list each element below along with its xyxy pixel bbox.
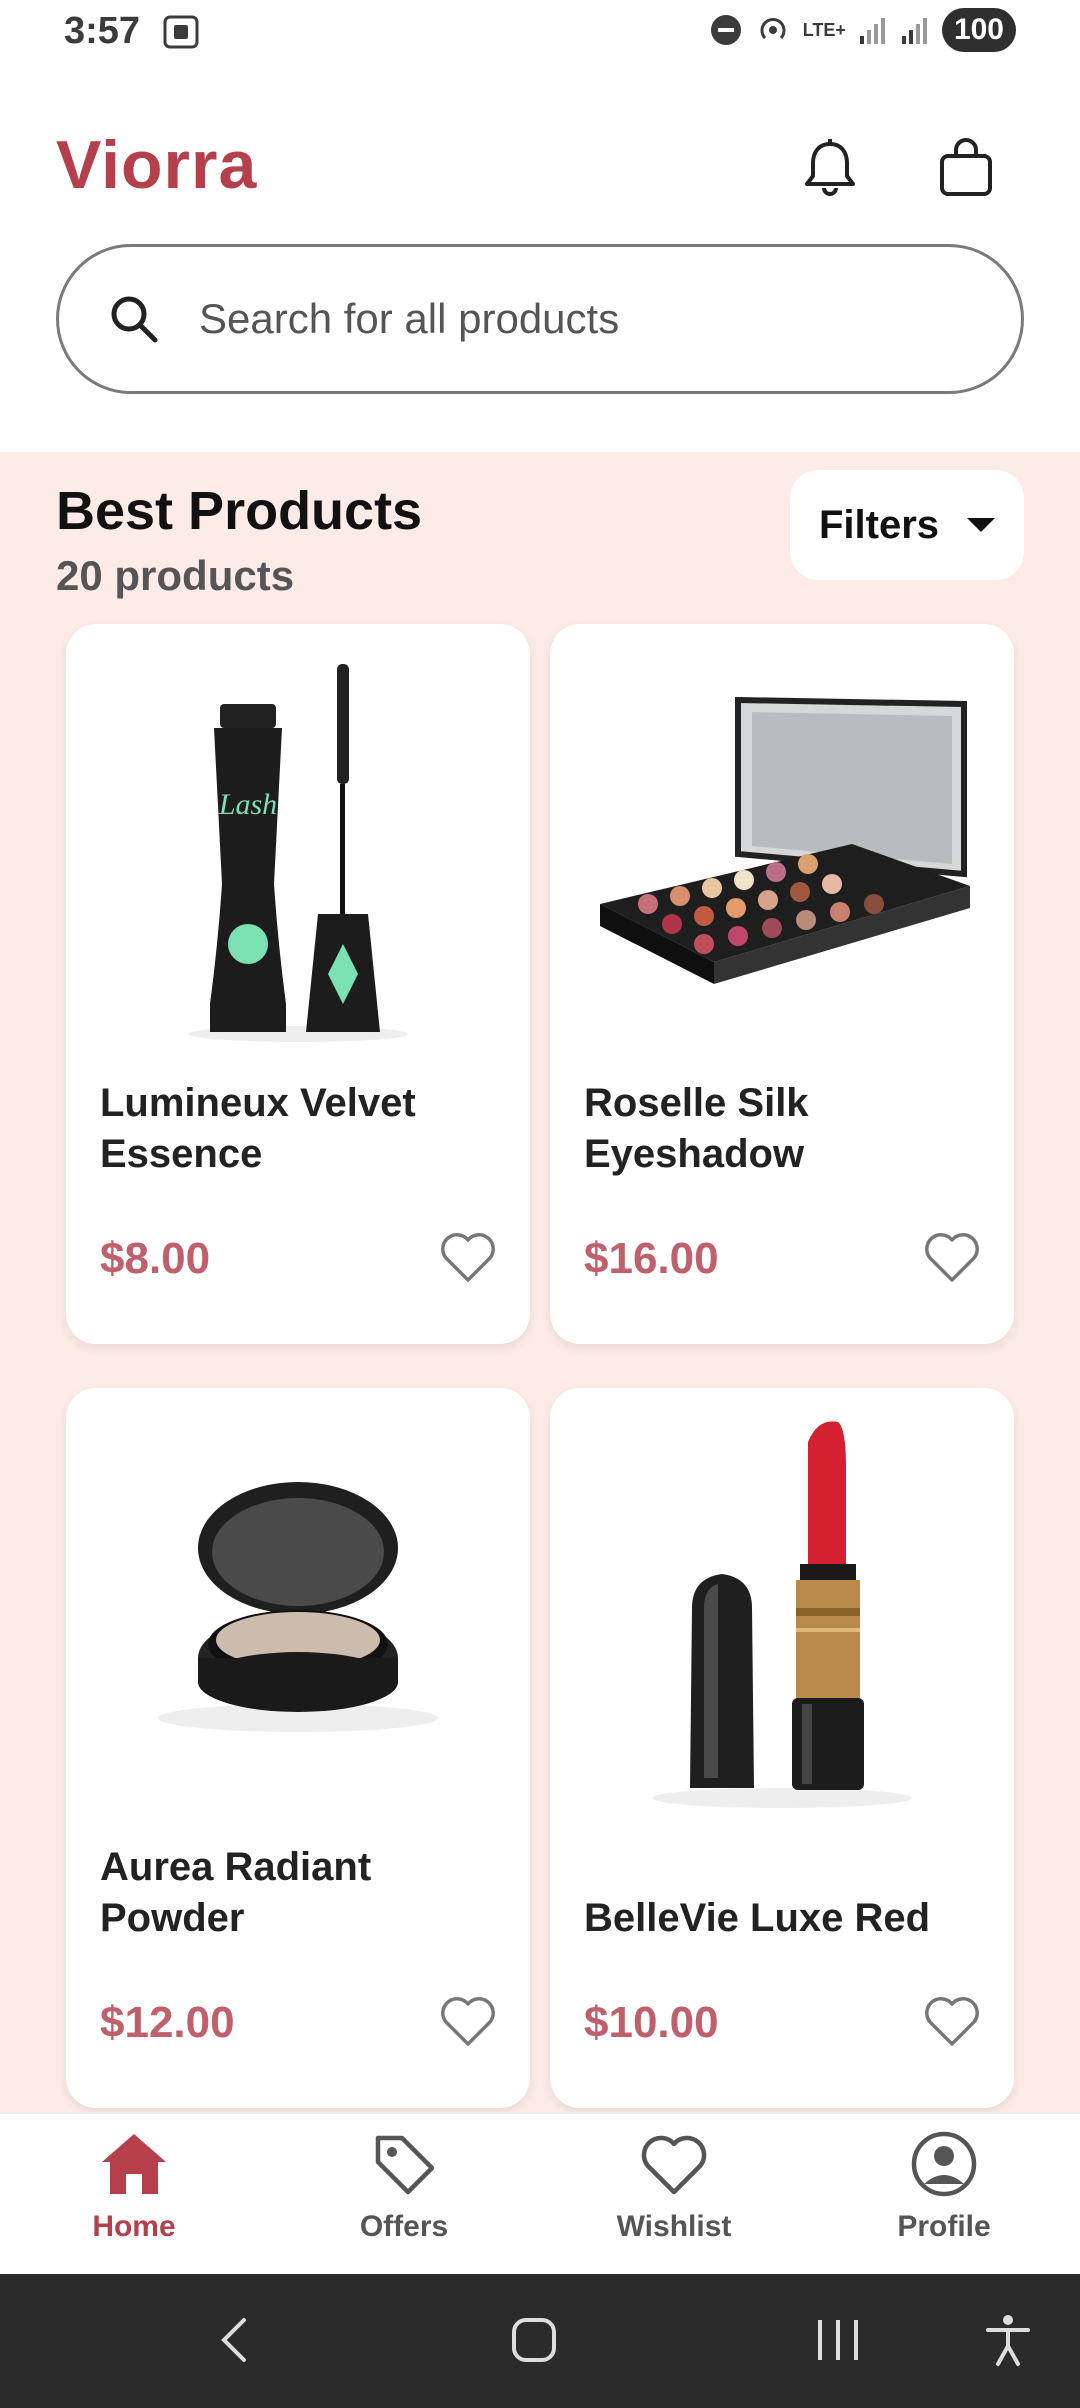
accessibility-icon[interactable]	[978, 2310, 1038, 2370]
network-type: LTE+	[802, 19, 846, 40]
bell-icon[interactable]	[798, 136, 862, 200]
recents-icon[interactable]	[808, 2310, 868, 2370]
search-input[interactable]	[199, 295, 979, 343]
products-section: Best Products 20 products Filters Lash L…	[0, 452, 1080, 2112]
heart-icon[interactable]	[436, 1988, 500, 2052]
app-title: Viorra	[56, 127, 258, 203]
eyeshadow-palette-image	[550, 644, 1014, 1044]
section-title: Best Products	[56, 481, 423, 541]
product-name: BelleVie Luxe Red	[584, 1896, 931, 1940]
chevron-down-icon	[967, 518, 996, 532]
product-price: $10.00	[584, 1998, 719, 2047]
product-price: $16.00	[584, 1234, 719, 1283]
back-icon[interactable]	[206, 2310, 266, 2370]
bottom-nav: Home Offers Wishlist Profile	[0, 2112, 1080, 2274]
product-card[interactable]: Aurea Radiant Powder $12.00	[66, 1388, 530, 2108]
product-name: Lumineux Velvet Essence	[100, 1081, 416, 1176]
heart-icon[interactable]	[920, 1224, 984, 1288]
nav-label: Offers	[359, 2210, 449, 2243]
hotspot-icon	[760, 18, 786, 40]
nav-profile[interactable]: Profile	[844, 2128, 1044, 2244]
compact-powder-image	[66, 1408, 530, 1808]
status-time: 3:57	[64, 10, 141, 52]
do-not-disturb-icon	[710, 15, 741, 45]
heart-icon[interactable]	[436, 1224, 500, 1288]
nav-wishlist[interactable]: Wishlist	[574, 2128, 774, 2244]
product-name: Roselle Silk Eyeshadow	[584, 1081, 809, 1176]
product-count: 20 products	[56, 552, 295, 599]
filters-label: Filters	[818, 502, 940, 547]
heart-icon[interactable]	[920, 1988, 984, 2052]
system-nav-bar	[0, 2274, 1080, 2408]
shopping-bag-icon[interactable]	[934, 136, 998, 200]
home-icon	[102, 2134, 166, 2194]
product-card[interactable]: Roselle Silk Eyeshadow $16.00	[550, 624, 1014, 1344]
signal-icon	[859, 18, 885, 44]
product-card[interactable]: BelleVie Luxe Red $10.00	[550, 1388, 1014, 2108]
screenshot-icon	[163, 15, 199, 49]
product-price: $8.00	[100, 1234, 211, 1283]
search-icon	[111, 296, 158, 343]
signal-icon-2	[901, 18, 927, 44]
product-price: $12.00	[100, 1998, 235, 2047]
user-icon	[911, 2131, 977, 2197]
tag-icon	[375, 2135, 435, 2195]
lipstick-image	[550, 1408, 1014, 1808]
nav-home[interactable]: Home	[34, 2128, 234, 2244]
nav-label: Profile	[897, 2210, 991, 2243]
status-bar: 3:57 LTE+ 100	[0, 0, 1080, 64]
heart-icon	[641, 2135, 707, 2195]
svg-text:Lash: Lash	[218, 788, 277, 821]
filters-button[interactable]: Filters	[790, 470, 1024, 580]
nav-label: Home	[92, 2210, 176, 2243]
mascara-image: Lash	[66, 644, 530, 1044]
search-bar[interactable]	[56, 244, 1024, 394]
product-name: Aurea Radiant Powder	[100, 1845, 372, 1940]
nav-offers[interactable]: Offers	[304, 2128, 504, 2244]
nav-label: Wishlist	[616, 2210, 732, 2243]
product-card[interactable]: Lash Lumineux Velvet Essence $8.00	[66, 624, 530, 1344]
home-button-icon[interactable]	[504, 2310, 564, 2370]
battery-badge: 100	[941, 8, 1016, 52]
